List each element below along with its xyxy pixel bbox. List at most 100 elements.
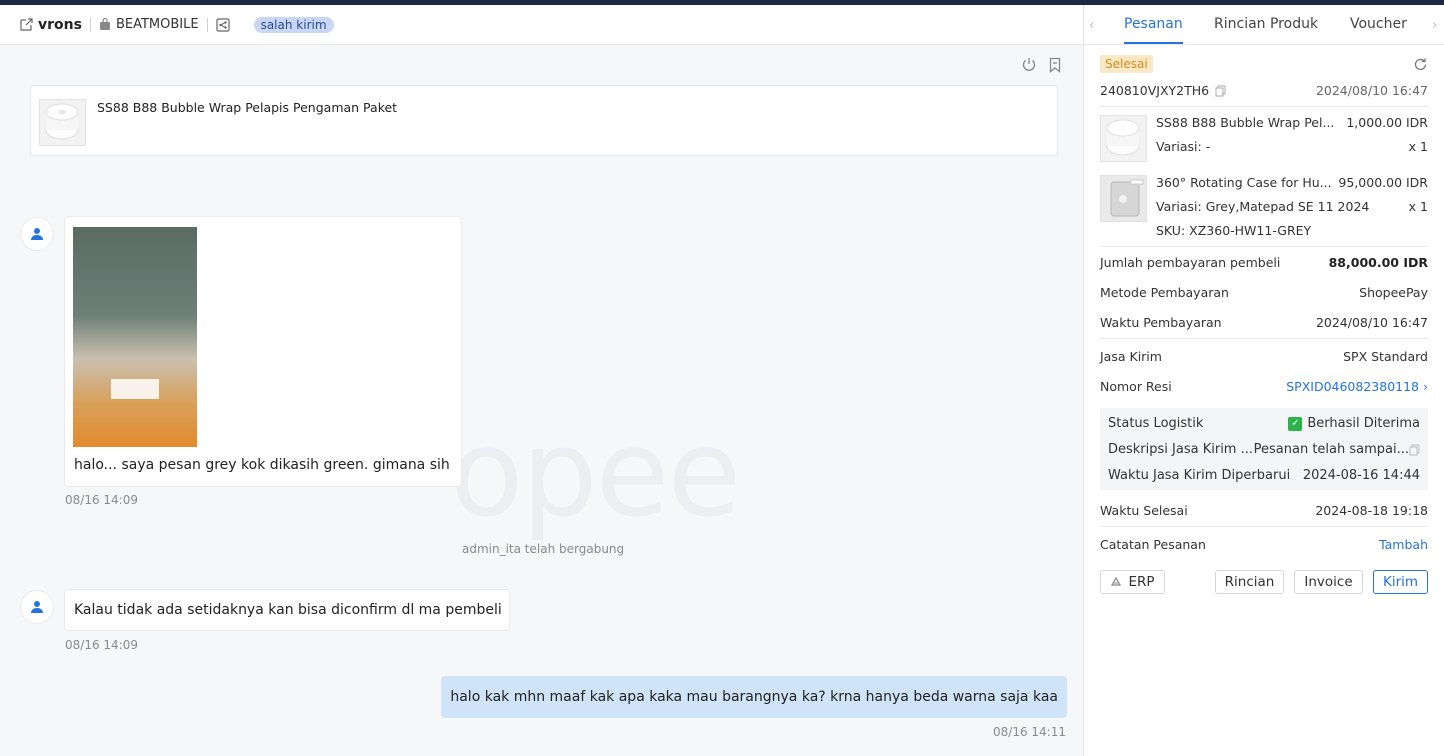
chevron-right-icon[interactable]: › xyxy=(1432,18,1437,33)
order-id: 240810VJXY2TH6 xyxy=(1100,83,1210,98)
courier-label: Jasa Kirim xyxy=(1100,349,1162,364)
tracking-row: Nomor Resi SPXID046082380118 › xyxy=(1100,379,1428,394)
item-sku-row: SKU: XZ360-HW11-GREY xyxy=(1156,223,1311,238)
refresh-icon[interactable] xyxy=(1413,57,1428,72)
total-label: Jumlah pembayaran pembeli xyxy=(1100,255,1281,270)
message-bubble: Kalau tidak ada setidaknya kan bisa dico… xyxy=(64,589,510,631)
header-divider xyxy=(89,17,91,32)
payment-method-value: ShopeePay xyxy=(1359,285,1428,300)
item-variant-row: Variasi: Grey,Matepad SE 11 2024 x 1 xyxy=(1156,199,1428,214)
copy-icon[interactable] xyxy=(1409,444,1420,456)
rincian-button[interactable]: Rincian xyxy=(1215,570,1284,594)
item-sku: XZ360-HW11-GREY xyxy=(1189,223,1312,238)
item-thumbnail xyxy=(1100,115,1147,162)
item-variant: Grey,Matepad SE 11 2024 xyxy=(1205,199,1370,214)
item-name: 360° Rotating Case for Hu... xyxy=(1156,175,1332,190)
completed-time-value: 2024-08-18 19:18 xyxy=(1315,503,1428,518)
variant-label: Variasi: xyxy=(1156,139,1202,154)
conversation-tag[interactable]: salah kirim xyxy=(253,16,334,33)
erp-button[interactable]: ERP xyxy=(1100,570,1165,594)
order-panel: ‹ Pesanan Rincian Produk Voucher › Seles… xyxy=(1085,5,1444,756)
user-link[interactable]: vrons xyxy=(20,17,82,33)
courier-row: Jasa Kirim SPX Standard xyxy=(1100,349,1428,364)
item-variant-row: Variasi: - x 1 xyxy=(1156,139,1428,154)
power-icon[interactable] xyxy=(1021,57,1037,73)
logistics-update-value: 2024-08-16 14:44 xyxy=(1302,468,1420,483)
payment-time-label: Waktu Pembayaran xyxy=(1100,315,1222,330)
buyer-avatar xyxy=(20,217,54,251)
message-photo[interactable] xyxy=(73,227,197,447)
item-row: 360° Rotating Case for Hu... 95,000.00 I… xyxy=(1156,175,1428,190)
item-name: SS88 B88 Bubble Wrap Pel... xyxy=(1156,115,1335,130)
logistics-status-value: Berhasil Diterima xyxy=(1307,416,1420,431)
completed-time-row: Waktu Selesai 2024-08-18 19:18 xyxy=(1100,503,1428,518)
total-value: 88,000.00 IDR xyxy=(1328,255,1428,270)
logistics-desc-row: Deskripsi Jasa Kirim ... Pesanan telah s… xyxy=(1108,442,1420,457)
user-icon xyxy=(31,228,43,240)
system-message: admin_ita telah bergabung xyxy=(462,542,625,556)
chat-header: vrons BEATMOBILE salah kirim xyxy=(0,5,1083,45)
item-variant: - xyxy=(1205,139,1211,154)
add-note-link[interactable]: Tambah xyxy=(1379,537,1428,552)
kirim-button[interactable]: Kirim xyxy=(1373,570,1428,594)
logistics-status-label: Status Logistik xyxy=(1108,416,1204,431)
user-icon xyxy=(31,601,43,613)
order-date: 2024/08/10 16:47 xyxy=(1315,83,1428,98)
check-icon: ✓ xyxy=(1288,416,1303,431)
shopee-watermark: opee xyxy=(450,405,741,544)
variant-label: Variasi: xyxy=(1156,199,1202,214)
item-qty: x 1 xyxy=(1408,139,1428,154)
order-id-row: 240810VJXY2TH6 2024/08/10 16:47 xyxy=(1100,83,1428,98)
shop-info: BEATMOBILE xyxy=(99,17,199,32)
payment-method-row: Metode Pembayaran ShopeePay xyxy=(1100,285,1428,300)
status-badge: Selesai xyxy=(1100,55,1153,73)
logistics-desc-value: Pesanan telah sampai... xyxy=(1253,442,1409,457)
order-note-row: Catatan Pesanan Tambah xyxy=(1100,537,1428,552)
item-price: 95,000.00 IDR xyxy=(1338,175,1428,190)
chevron-right-icon: › xyxy=(1423,379,1428,394)
copy-icon[interactable] xyxy=(1215,85,1226,97)
product-card[interactable]: SS88 B88 Bubble Wrap Pelapis Pengaman Pa… xyxy=(30,85,1058,156)
order-status-row: Selesai xyxy=(1100,55,1428,73)
product-name: SS88 B88 Bubble Wrap Pelapis Pengaman Pa… xyxy=(97,100,398,115)
completed-time-label: Waktu Selesai xyxy=(1100,503,1188,518)
product-thumbnail xyxy=(39,99,86,146)
message-time: 08/16 14:11 xyxy=(993,725,1066,739)
item-row: SS88 B88 Bubble Wrap Pel... 1,000.00 IDR xyxy=(1156,115,1428,130)
payment-method-label: Metode Pembayaran xyxy=(1100,285,1229,300)
bookmark-icon[interactable] xyxy=(1047,57,1063,73)
tracking-number-link[interactable]: SPXID046082380118 › xyxy=(1286,379,1428,394)
erp-icon xyxy=(1111,576,1122,586)
order-note-label: Catatan Pesanan xyxy=(1100,537,1206,552)
chevron-left-icon[interactable]: ‹ xyxy=(1089,18,1094,33)
chat-pane: vrons BEATMOBILE salah kirim opee SS88 B… xyxy=(0,5,1084,756)
message-bubble-image: halo... saya pesan grey kok dikasih gree… xyxy=(64,216,462,487)
shop-bag-icon xyxy=(99,18,110,30)
logistics-update-row: Waktu Jasa Kirim Diperbarui 2024-08-16 1… xyxy=(1108,468,1420,483)
logistics-status-row: Status Logistik ✓ Berhasil Diterima xyxy=(1108,416,1420,431)
payment-time-value: 2024/08/10 16:47 xyxy=(1315,315,1428,330)
sku-label: SKU: xyxy=(1156,223,1186,238)
seller-message-bubble: halo kak mhn maaf kak apa kaka mau baran… xyxy=(441,676,1067,718)
shop-name: BEATMOBILE xyxy=(115,17,199,32)
logistics-box: Status Logistik ✓ Berhasil Diterima Deskr… xyxy=(1100,408,1428,490)
tracking-label: Nomor Resi xyxy=(1100,379,1172,394)
external-link-icon xyxy=(20,18,33,31)
chat-tools xyxy=(1021,57,1063,73)
message-time: 08/16 14:09 xyxy=(65,638,138,652)
item-thumbnail xyxy=(1100,175,1147,222)
courier-value: SPX Standard xyxy=(1343,349,1428,364)
total-row: Jumlah pembayaran pembeli 88,000.00 IDR xyxy=(1100,255,1428,270)
buyer-avatar xyxy=(20,590,54,624)
message-text: halo... saya pesan grey kok dikasih gree… xyxy=(74,457,450,473)
invoice-button[interactable]: Invoice xyxy=(1294,570,1363,594)
item-qty: x 1 xyxy=(1408,199,1428,214)
share-button[interactable] xyxy=(215,17,230,32)
divider xyxy=(1100,106,1428,107)
chat-username: vrons xyxy=(38,16,82,33)
share-icon xyxy=(215,17,230,32)
payment-time-row: Waktu Pembayaran 2024/08/10 16:47 xyxy=(1100,315,1428,330)
divider xyxy=(1100,338,1428,339)
order-details: Selesai 240810VJXY2TH6 2024/08/10 16:47 … xyxy=(1100,5,1428,756)
logistics-update-label: Waktu Jasa Kirim Diperbarui xyxy=(1108,468,1291,483)
